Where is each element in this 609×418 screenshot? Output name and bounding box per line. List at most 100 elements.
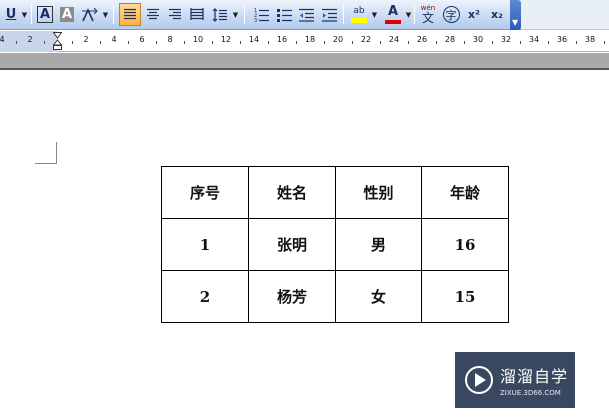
align-right-icon [169, 8, 181, 20]
site-watermark: 溜溜自学 ZIXUE.3D66.COM [455, 352, 575, 408]
ruler-tick [380, 41, 381, 44]
table-cell[interactable]: 男 [335, 218, 422, 271]
highlight-label: ab [353, 5, 365, 16]
character-scaling-dropdown[interactable]: ▼ [101, 3, 110, 26]
font-color-button[interactable]: A [382, 3, 404, 26]
underline-button[interactable]: U [0, 3, 22, 26]
underline-label: U [5, 7, 17, 22]
document-table[interactable]: 序号 姓名 性别 年龄 1 张明 男 16 2 杨芳 女 15 [161, 166, 509, 323]
character-shading-label: A [59, 7, 75, 22]
highlight-color-swatch [351, 17, 367, 23]
text-boundary-mark [35, 142, 57, 164]
highlight-dropdown[interactable]: ▼ [370, 3, 379, 26]
table-cell[interactable]: 张明 [248, 218, 336, 271]
table-cell[interactable]: 2 [161, 270, 249, 323]
table-cell[interactable]: 16 [421, 218, 509, 271]
ruler-label: 32 [500, 35, 512, 44]
subscript-button[interactable]: x₂ [486, 3, 508, 26]
ruler-label: 18 [304, 35, 316, 44]
ruler-label: 30 [472, 35, 484, 44]
ruler-tick [520, 41, 521, 44]
table-cell[interactable]: 15 [421, 270, 509, 323]
distributed-align-button[interactable] [186, 3, 208, 26]
numbering-button[interactable]: 123 [250, 3, 272, 26]
table-cell[interactable]: 杨芳 [248, 270, 336, 323]
ruler-label: 14 [248, 35, 260, 44]
ruler-tick [576, 41, 577, 44]
ruler-label: 36 [556, 35, 568, 44]
table-cell[interactable]: 性别 [335, 166, 422, 219]
ruler-label: 22 [360, 35, 372, 44]
decrease-indent-button[interactable] [295, 3, 317, 26]
ruler-label: 24 [388, 35, 400, 44]
ruler-tick [408, 41, 409, 44]
ruler-tick [72, 41, 73, 44]
phonetic-guide-char: 文 [421, 10, 434, 25]
font-color-dropdown[interactable]: ▼ [404, 3, 413, 26]
bullets-button[interactable] [273, 3, 295, 26]
chevron-down-icon: ▼ [512, 18, 519, 27]
ruler-tick [324, 41, 325, 44]
play-logo-icon [465, 366, 493, 394]
ruler-label: 10 [192, 35, 204, 44]
line-spacing-button[interactable] [209, 3, 231, 26]
toolbar-options-button[interactable]: ▼ [510, 0, 521, 30]
ruler-label: 16 [276, 35, 288, 44]
ruler-tick [44, 41, 45, 44]
table-row: 序号 姓名 性别 年龄 [161, 166, 509, 219]
ruler-tick [296, 41, 297, 44]
ruler-tick [240, 41, 241, 44]
table-cell[interactable]: 序号 [161, 166, 249, 219]
align-right-button[interactable] [164, 3, 186, 26]
ruler-tick [464, 41, 465, 44]
ruler-label: 4 [0, 35, 5, 44]
toolbar-separator [244, 5, 245, 24]
ruler-label: 38 [584, 35, 596, 44]
distributed-align-icon [190, 8, 204, 20]
table-cell[interactable]: 年龄 [421, 166, 509, 219]
ruler-tick [100, 41, 101, 44]
phonetic-guide-button[interactable]: wén 文 [417, 3, 439, 26]
ruler-label: 8 [167, 35, 173, 44]
increase-indent-button[interactable] [318, 3, 340, 26]
ruler-label: 2 [83, 35, 89, 44]
font-color-label: A [387, 3, 399, 19]
table-cell[interactable]: 1 [161, 218, 249, 271]
formatting-toolbar: U ▼ A A ▼ ▼ 123 ab ▼ A ▼ wén 文 字 x² x₂ ▼ [0, 0, 609, 30]
table-row: 1 张明 男 16 [161, 218, 509, 271]
ruler-tick [128, 41, 129, 44]
character-shading-button[interactable]: A [56, 3, 78, 26]
enclose-characters-label: 字 [442, 6, 460, 23]
toolbar-separator [113, 5, 114, 24]
ruler-tick [184, 41, 185, 44]
ruler-label: 20 [332, 35, 344, 44]
table-cell[interactable]: 姓名 [248, 166, 336, 219]
subscript-label: x₂ [491, 8, 503, 21]
ruler-tick [352, 41, 353, 44]
svg-text:3: 3 [254, 18, 257, 22]
justify-icon [124, 8, 136, 20]
justify-button[interactable] [119, 3, 141, 26]
bullet-list-icon [276, 8, 292, 22]
ruler-tick [548, 41, 549, 44]
horizontal-ruler[interactable]: 4 2 2 4 6 8 10 12 14 16 18 20 22 24 26 28 30 32 34 36 38 [0, 31, 609, 52]
increase-indent-icon [321, 8, 337, 22]
align-center-icon [147, 8, 159, 20]
character-border-button[interactable]: A [34, 3, 56, 26]
table-cell[interactable]: 女 [335, 270, 422, 323]
toolbar-separator [414, 5, 415, 24]
toolbar-empty-area [521, 0, 609, 30]
ruler-tick [16, 41, 17, 44]
ruler-tick [492, 41, 493, 44]
ruler-label: 12 [220, 35, 232, 44]
underline-dropdown[interactable]: ▼ [20, 3, 29, 26]
enclose-characters-button[interactable]: 字 [440, 3, 462, 26]
character-border-label: A [36, 6, 54, 23]
ruler-tick [604, 41, 605, 44]
highlight-button[interactable]: ab [348, 3, 370, 26]
superscript-button[interactable]: x² [463, 3, 485, 26]
character-scaling-icon[interactable] [79, 3, 101, 26]
line-spacing-dropdown[interactable]: ▼ [231, 3, 240, 26]
align-center-button[interactable] [142, 3, 164, 26]
indent-marker-icon[interactable] [53, 32, 62, 51]
